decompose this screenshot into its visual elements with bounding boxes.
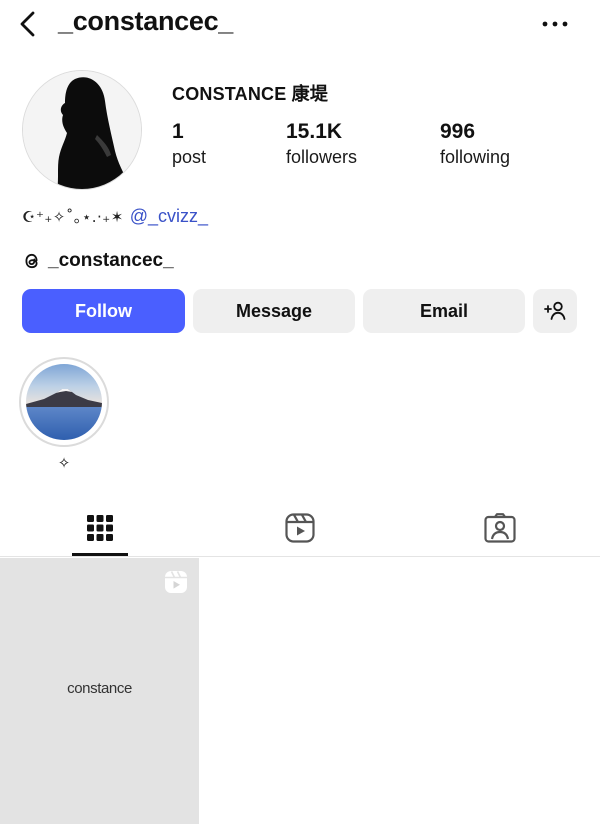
profile-username: _constancec_ <box>58 6 233 36</box>
grid-icon <box>87 515 113 541</box>
reel-badge-icon <box>165 571 187 593</box>
following-count: 996 <box>440 120 476 143</box>
follow-button[interactable]: Follow <box>22 289 185 333</box>
threads-icon <box>25 253 38 269</box>
message-button[interactable]: Message <box>193 289 355 333</box>
suggested-accounts-button[interactable] <box>533 289 577 333</box>
avatar-silhouette-icon <box>23 71 141 189</box>
followers-label: followers <box>286 147 358 167</box>
profile-avatar[interactable] <box>22 70 142 190</box>
threads-link[interactable]: _constancec_ <box>22 248 174 274</box>
story-highlight[interactable] <box>19 357 109 447</box>
followers-stat[interactable]: 15.1K followers <box>286 120 357 170</box>
tagged-person-icon <box>484 513 516 543</box>
add-person-icon <box>544 301 566 320</box>
tab-grid[interactable] <box>0 500 200 556</box>
post-caption-text: constance <box>67 680 132 697</box>
reels-icon <box>285 513 315 543</box>
profile-bio: ☪⁺₊✧˚｡⋆.·₊✶ @_cvizz_ <box>22 206 208 227</box>
following-stat[interactable]: 996 following <box>440 120 510 170</box>
posts-stat: 1 post <box>172 120 206 170</box>
following-label: following <box>440 147 511 167</box>
profile-tabs <box>0 500 600 557</box>
top-bar: _constancec_ <box>0 0 600 52</box>
display-name: CONSTANCE 康堤 <box>172 84 329 104</box>
posts-count: 1 <box>172 120 184 143</box>
threads-handle: _constancec_ <box>48 250 174 271</box>
highlight-cover-image <box>26 364 102 440</box>
highlight-label: ✧ <box>57 454 71 472</box>
ellipsis-icon[interactable] <box>540 12 570 36</box>
tab-reels[interactable] <box>200 500 400 556</box>
post-tile[interactable]: constance <box>0 558 199 824</box>
posts-label: post <box>172 147 207 167</box>
email-button[interactable]: Email <box>363 289 525 333</box>
bio-mention-link[interactable]: @_cvizz_ <box>130 206 208 226</box>
bio-decoration: ☪⁺₊✧˚｡⋆.·₊✶ <box>22 208 124 226</box>
chevron-left-icon[interactable] <box>14 9 42 39</box>
tab-tagged[interactable] <box>400 500 600 556</box>
followers-count: 15.1K <box>286 120 343 143</box>
active-tab-indicator <box>72 553 128 556</box>
